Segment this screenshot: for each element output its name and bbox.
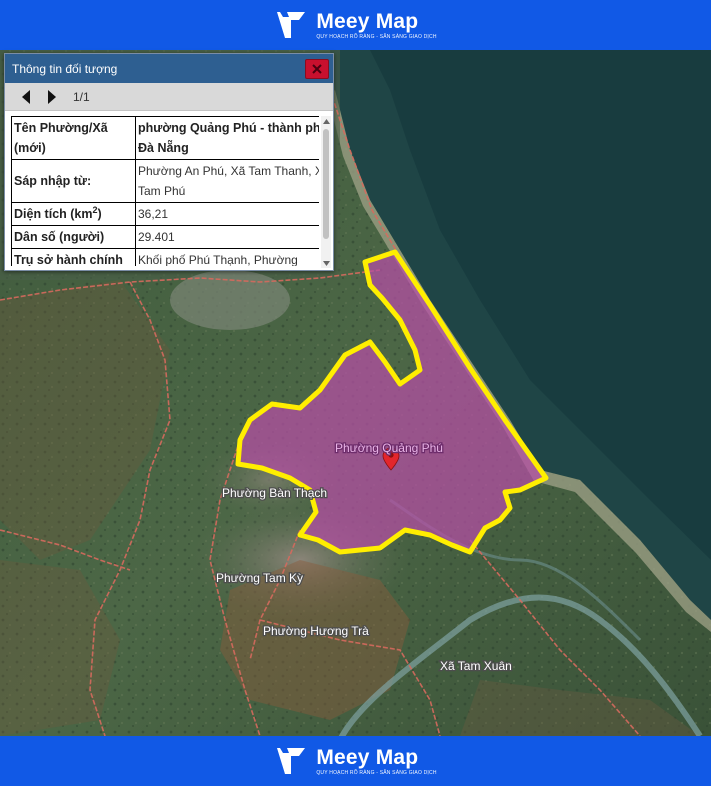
close-icon [312, 63, 322, 74]
row-key: Tên Phường/Xã (mới) [11, 116, 136, 160]
pager-indicator: 1/1 [73, 89, 90, 104]
scroll-thumb[interactable] [323, 129, 329, 239]
row-value: Khối phố Phú Thạnh, Phường Quảng Phú [135, 248, 319, 266]
brand-name: Meey Map [316, 9, 419, 33]
table-row: Diện tích (km2) 36,21 [11, 202, 319, 226]
attribute-table: Tên Phường/Xã (mới) phường Quảng Phú - t… [11, 116, 319, 266]
label-phuong-ban-thach: Phường Bàn Thạch [222, 486, 327, 500]
row-key: Sáp nhập từ: [11, 159, 136, 203]
table-row: Trụ sở hành chính (mới) Khối phố Phú Thạ… [11, 248, 319, 266]
panel-header: Thông tin đối tượng [5, 54, 333, 83]
brand-tagline: QUY HOẠCH RÕ RÀNG - SẴN SÀNG GIAO DỊCH [316, 769, 437, 776]
brand-block: Meey Map QUY HOẠCH RÕ RÀNG - SẴN SÀNG GI… [316, 9, 437, 40]
bottom-banner: Meey Map QUY HOẠCH RÕ RÀNG - SẴN SÀNG GI… [0, 736, 711, 786]
next-button[interactable] [39, 87, 65, 107]
table-row: Dân số (người) 29.401 [11, 225, 319, 249]
row-value: 36,21 [135, 202, 319, 226]
row-value: phường Quảng Phú - thành phố Đà Nẵng [135, 116, 319, 160]
panel-scrollbar[interactable] [321, 116, 331, 268]
label-phuong-quang-phu: Phường Quảng Phú [335, 441, 443, 455]
prev-button[interactable] [13, 87, 39, 107]
meey-logo-icon [277, 748, 306, 774]
caret-down-icon [322, 260, 330, 266]
brand-name: Meey Map [316, 745, 419, 769]
label-phuong-huong-tra: Phường Hương Trà [263, 624, 369, 638]
close-button[interactable] [305, 58, 329, 79]
chevron-right-icon [48, 89, 56, 104]
scroll-down-button[interactable] [321, 258, 331, 268]
info-panel: Thông tin đối tượng 1/1 Tên Phường/Xã (m… [4, 53, 334, 271]
label-phuong-tam-ky: Phường Tam Kỳ [216, 571, 303, 585]
label-xa-tam-xuan: Xã Tam Xuân [440, 659, 512, 673]
area-key-text: Diện tích (km [14, 207, 93, 221]
row-key: Dân số (người) [11, 225, 136, 249]
table-row: Tên Phường/Xã (mới) phường Quảng Phú - t… [11, 116, 319, 160]
panel-title: Thông tin đối tượng [12, 61, 118, 76]
brand-tagline: QUY HOẠCH RÕ RÀNG - SẴN SÀNG GIAO DỊCH [316, 33, 437, 40]
table-row: Sáp nhập từ: Phường An Phú, Xã Tam Thanh… [11, 159, 319, 203]
pager-bar: 1/1 [5, 83, 333, 111]
top-banner: Meey Map QUY HOẠCH RÕ RÀNG - SẴN SÀNG GI… [0, 0, 711, 50]
attribute-table-viewport[interactable]: Tên Phường/Xã (mới) phường Quảng Phú - t… [11, 116, 319, 266]
scroll-up-button[interactable] [321, 116, 331, 126]
row-key: Trụ sở hành chính (mới) [11, 248, 136, 266]
row-key: Diện tích (km2) [11, 202, 136, 226]
row-value: 29.401 [135, 225, 319, 249]
meey-logo-icon [277, 12, 306, 38]
row-value: Phường An Phú, Xã Tam Thanh, Xã Tam Phú [135, 159, 319, 203]
caret-up-icon [322, 118, 330, 124]
brand-block: Meey Map QUY HOẠCH RÕ RÀNG - SẴN SÀNG GI… [316, 745, 437, 776]
chevron-left-icon [22, 89, 30, 104]
